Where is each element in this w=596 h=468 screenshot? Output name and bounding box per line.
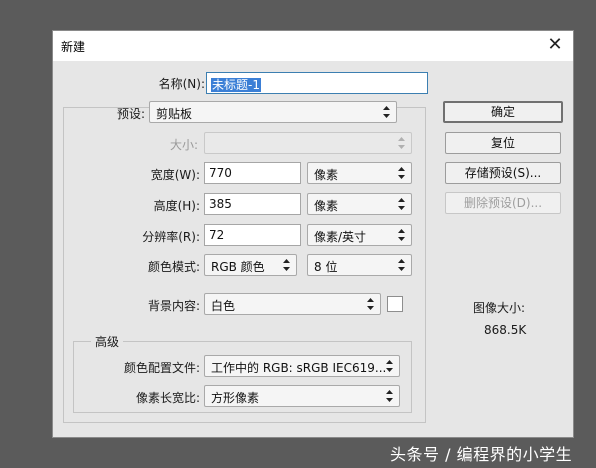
ok-button[interactable]: 确定 [443,101,563,123]
watermark-text: 头条号 / 编程界的小学生 [390,445,573,464]
pixel-aspect-label: 像素长宽比: [135,391,200,405]
width-label: 宽度(W): [150,168,200,182]
preset-value: 剪贴板 [156,107,193,121]
reset-button[interactable]: 复位 [445,132,561,154]
height-unit-select[interactable]: 像素 [307,193,412,215]
background-label: 背景内容: [147,299,200,313]
color-profile-select[interactable]: 工作中的 RGB: sRGB IEC619... [204,355,400,377]
height-input[interactable]: 385 [204,193,301,215]
updown-arrows-icon [386,390,393,402]
resolution-input[interactable]: 72 [204,224,301,246]
preset-label: 预设: [116,107,145,121]
updown-arrows-icon [398,167,405,179]
updown-arrows-icon [383,106,390,118]
updown-arrows-icon [283,259,290,271]
dialog-title: 新建 [61,40,86,54]
name-input[interactable]: 未标题-1 [206,72,428,94]
width-unit-select[interactable]: 像素 [307,162,412,184]
new-document-dialog: 新建 ✕ 名称(N): 未标题-1 预设: 剪贴板 大小: 宽度(W): 770… [52,30,574,438]
color-profile-label: 颜色配置文件: [123,361,200,375]
updown-arrows-icon [398,137,405,149]
size-select [204,132,412,154]
name-value: 未标题-1 [211,78,261,92]
updown-arrows-icon [398,229,405,241]
background-select[interactable]: 白色 [204,293,381,315]
background-color-swatch[interactable] [387,296,403,312]
width-input[interactable]: 770 [204,162,301,184]
updown-arrows-icon [386,360,393,372]
close-icon[interactable]: ✕ [545,36,565,56]
pixel-aspect-select[interactable]: 方形像素 [204,385,400,407]
size-label: 大小: [169,138,198,152]
name-label: 名称(N): [158,77,205,91]
preset-select[interactable]: 剪贴板 [149,101,397,123]
bit-depth-select[interactable]: 8 位 [307,254,412,276]
resolution-unit-select[interactable]: 像素/英寸 [307,224,412,246]
color-mode-select[interactable]: RGB 颜色 [204,254,297,276]
save-preset-button[interactable]: 存储预设(S)... [445,162,561,184]
image-size-value: 868.5K [484,323,527,337]
height-label: 高度(H): [153,199,200,213]
delete-preset-button: 删除预设(D)... [445,192,561,214]
updown-arrows-icon [398,198,405,210]
updown-arrows-icon [398,259,405,271]
resolution-label: 分辨率(R): [142,230,200,244]
title-bar: 新建 ✕ [53,31,573,61]
dialog-body: 名称(N): 未标题-1 预设: 剪贴板 大小: 宽度(W): 770 像素 高… [53,61,573,437]
image-size-label: 图像大小: [473,301,526,315]
color-mode-label: 颜色模式: [147,260,200,274]
advanced-legend: 高级 [91,333,124,350]
updown-arrows-icon [367,298,374,310]
